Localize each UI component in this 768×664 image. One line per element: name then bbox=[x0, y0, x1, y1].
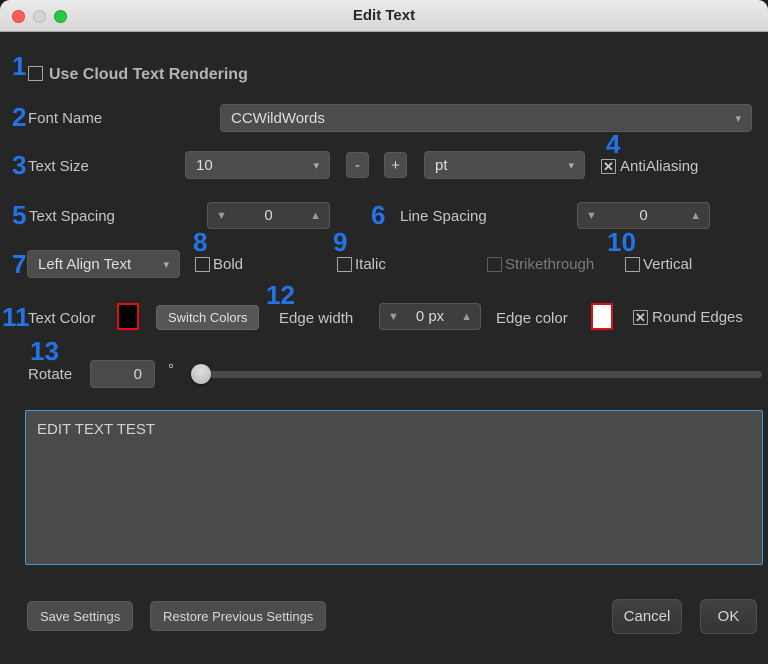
edge-width-value: 0 px bbox=[415, 308, 445, 325]
edit-text-dialog: Edit Text 1 2 3 4 5 6 7 8 9 10 11 12 13 … bbox=[0, 0, 768, 664]
rotate-degree-unit: ° bbox=[168, 361, 174, 378]
chevron-down-icon: ▾ bbox=[568, 159, 574, 172]
bold-label: Bold bbox=[213, 256, 244, 273]
vertical-checkbox[interactable] bbox=[625, 257, 640, 272]
annotation-8: 8 bbox=[193, 227, 208, 257]
text-size-dropdown[interactable]: 10 ▾ bbox=[185, 151, 330, 179]
text-spacing-stepper[interactable]: ▼ 0 ▲ bbox=[207, 202, 330, 229]
strikethrough-checkbox bbox=[487, 257, 502, 272]
text-color-swatch[interactable] bbox=[117, 303, 139, 330]
text-size-unit-dropdown[interactable]: pt ▾ bbox=[424, 151, 585, 179]
rotate-label: Rotate bbox=[28, 366, 73, 383]
save-settings-button[interactable]: Save Settings bbox=[27, 601, 134, 631]
text-size-decrease-button[interactable]: - bbox=[346, 152, 369, 178]
rotate-input[interactable] bbox=[90, 360, 155, 388]
use-cloud-text-rendering-checkbox[interactable] bbox=[28, 66, 43, 81]
round-edges-checkbox[interactable] bbox=[633, 310, 648, 325]
annotation-7: 7 bbox=[12, 249, 27, 279]
annotation-5: 5 bbox=[12, 200, 27, 230]
font-name-label: Font Name bbox=[28, 110, 103, 127]
stepper-down-icon[interactable]: ▼ bbox=[388, 311, 399, 323]
font-name-value: CCWildWords bbox=[231, 109, 325, 127]
zoom-window-button[interactable] bbox=[54, 9, 67, 23]
annotation-1: 1 bbox=[12, 51, 27, 81]
title-bar: Edit Text bbox=[0, 0, 768, 32]
annotation-9: 9 bbox=[333, 227, 348, 257]
text-align-dropdown[interactable]: Left Align Text ▾ bbox=[27, 250, 180, 278]
rotate-slider-track[interactable] bbox=[193, 371, 762, 378]
text-size-unit-value: pt bbox=[435, 156, 448, 174]
text-color-label: Text Color bbox=[28, 310, 96, 327]
annotation-10: 10 bbox=[607, 227, 636, 257]
cancel-button[interactable]: Cancel bbox=[612, 599, 682, 634]
annotation-12: 12 bbox=[266, 280, 295, 310]
italic-label: Italic bbox=[355, 256, 386, 273]
switch-colors-button[interactable]: Switch Colors bbox=[156, 305, 260, 330]
text-size-value: 10 bbox=[196, 156, 213, 174]
line-spacing-value: 0 bbox=[639, 207, 648, 224]
annotation-2: 2 bbox=[12, 102, 27, 132]
edge-color-swatch[interactable] bbox=[591, 303, 613, 330]
minimize-window-button[interactable] bbox=[33, 9, 46, 23]
chevron-down-icon: ▾ bbox=[163, 258, 169, 271]
edge-width-stepper[interactable]: ▼ 0 px ▲ bbox=[379, 303, 481, 330]
antialiasing-label: AntiAliasing bbox=[620, 158, 699, 175]
annotation-6: 6 bbox=[371, 200, 386, 230]
stepper-up-icon[interactable]: ▲ bbox=[310, 210, 321, 222]
vertical-label: Vertical bbox=[643, 256, 693, 273]
line-spacing-label: Line Spacing bbox=[400, 208, 487, 225]
italic-checkbox[interactable] bbox=[337, 257, 352, 272]
stepper-down-icon[interactable]: ▼ bbox=[216, 210, 227, 222]
use-cloud-text-rendering-label: Use Cloud Text Rendering bbox=[49, 66, 248, 83]
annotation-13: 13 bbox=[30, 336, 59, 366]
line-spacing-stepper[interactable]: ▼ 0 ▲ bbox=[577, 202, 710, 229]
chevron-down-icon: ▾ bbox=[313, 159, 319, 172]
chevron-down-icon: ▾ bbox=[735, 112, 741, 125]
close-window-button[interactable] bbox=[12, 9, 25, 23]
text-spacing-value: 0 bbox=[264, 207, 273, 224]
bold-checkbox[interactable] bbox=[195, 257, 210, 272]
ok-button[interactable]: OK bbox=[700, 599, 757, 634]
window-title: Edit Text bbox=[352, 7, 416, 24]
text-size-label: Text Size bbox=[28, 158, 89, 175]
font-name-dropdown[interactable]: CCWildWords ▾ bbox=[220, 104, 752, 132]
traffic-lights bbox=[12, 0, 67, 32]
annotation-4: 4 bbox=[606, 129, 621, 159]
stepper-up-icon[interactable]: ▲ bbox=[461, 311, 472, 323]
text-spacing-label: Text Spacing bbox=[29, 208, 115, 225]
edit-text-textarea[interactable]: EDIT TEXT TEST bbox=[25, 410, 763, 565]
strikethrough-label: Strikethrough bbox=[505, 256, 595, 273]
edge-color-label: Edge color bbox=[496, 310, 568, 327]
edge-width-label: Edge width bbox=[279, 310, 354, 327]
stepper-down-icon[interactable]: ▼ bbox=[586, 210, 597, 222]
text-align-value: Left Align Text bbox=[38, 255, 132, 273]
annotation-3: 3 bbox=[12, 150, 27, 180]
restore-previous-settings-button[interactable]: Restore Previous Settings bbox=[150, 601, 327, 631]
stepper-up-icon[interactable]: ▲ bbox=[690, 210, 701, 222]
round-edges-label: Round Edges bbox=[652, 309, 743, 326]
text-size-increase-button[interactable]: + bbox=[384, 152, 407, 178]
annotation-11: 11 bbox=[2, 302, 30, 332]
antialiasing-checkbox[interactable] bbox=[601, 159, 616, 174]
rotate-slider-thumb[interactable] bbox=[191, 364, 211, 384]
